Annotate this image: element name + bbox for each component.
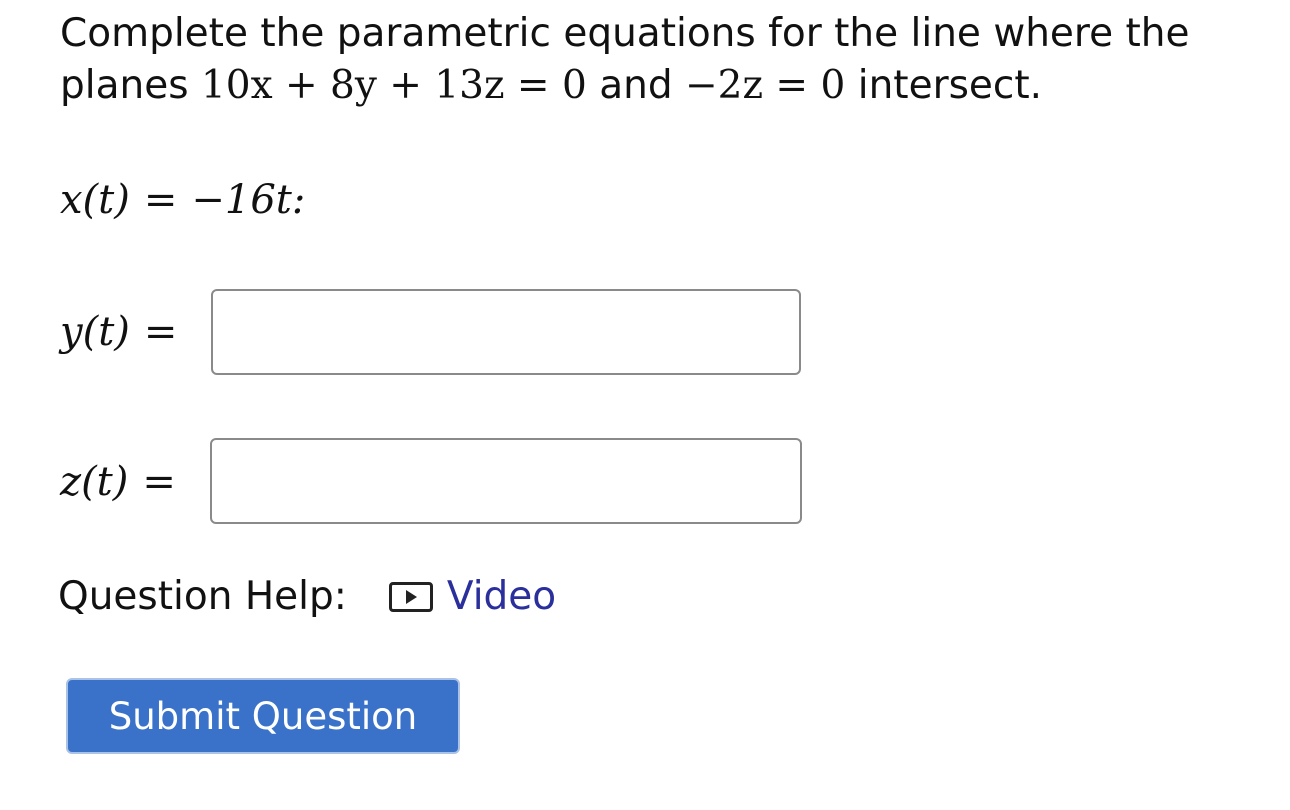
z-equals: = xyxy=(142,459,176,505)
y-label: y(t) xyxy=(60,309,130,355)
question-end: intersect. xyxy=(857,63,1043,108)
question-help: Question Help: Video xyxy=(58,572,556,622)
question-help-label: Question Help: xyxy=(58,574,347,619)
video-help-link[interactable]: Video xyxy=(388,572,557,622)
x-equation: x(t) = −16t: xyxy=(60,175,305,225)
z-equation: z(t) = xyxy=(60,457,190,507)
y-answer-input[interactable] xyxy=(211,289,801,375)
question-and: and xyxy=(599,63,673,108)
play-icon-glyph xyxy=(405,590,417,604)
x-label: x(t) xyxy=(60,177,130,223)
z-answer-input[interactable] xyxy=(210,438,802,524)
submit-question-button[interactable]: Submit Question xyxy=(66,678,460,754)
play-icon xyxy=(388,582,433,612)
video-link-label: Video xyxy=(446,574,557,619)
question-text: Complete the parametric equations for th… xyxy=(60,8,1260,112)
plane-equation-2: −2z = 0 xyxy=(685,63,846,108)
x-value: −16t: xyxy=(191,177,306,223)
y-equals: = xyxy=(143,309,178,355)
z-label: z(t) xyxy=(60,459,129,505)
y-equation: y(t) = xyxy=(60,307,191,357)
x-equals: = xyxy=(143,177,178,223)
plane-equation-1: 10x + 8y + 13z = 0 xyxy=(200,63,587,108)
